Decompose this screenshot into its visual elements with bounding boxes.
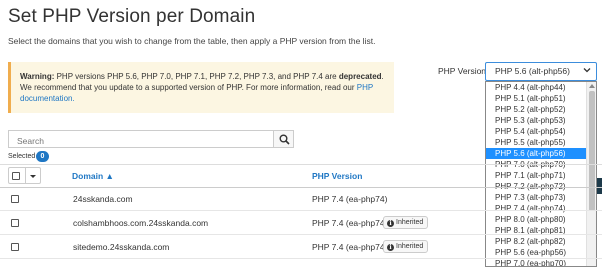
search-icon [279, 134, 290, 145]
inherited-label: Inherited [396, 219, 424, 226]
php-version-option[interactable]: PHP 5.2 (alt-php52) [486, 104, 586, 115]
domain-cell: 24sskanda.com [73, 194, 133, 204]
warning-recommendation: We recommend that you update to a suppor… [20, 83, 357, 92]
inherited-label: Inherited [396, 243, 424, 250]
warning-text: PHP versions PHP 5.6, PHP 7.0, PHP 7.1, … [54, 72, 339, 81]
domain-cell: colshambhoos.com.24sskanda.com [73, 218, 209, 228]
row-checkbox[interactable] [11, 243, 19, 251]
column-header-domain[interactable]: Domain ▲ [72, 171, 114, 181]
chevron-down-icon [583, 66, 591, 76]
php-version-option[interactable]: PHP 5.6 (alt-php56) [486, 148, 586, 159]
php-version-cell: PHP 7.4 (ea-php74) [312, 218, 388, 228]
search-input[interactable] [8, 130, 273, 148]
php-docs-link-cont[interactable]: documentation. [20, 94, 75, 103]
page-title: Set PHP Version per Domain [8, 6, 256, 27]
php-version-cell: PHP 7.4 (ea-php74) [312, 242, 388, 252]
selected-count-badge: 0 [36, 151, 49, 162]
table-header-top-border [0, 164, 602, 165]
selected-label: Selected [8, 153, 36, 160]
php-version-option[interactable]: PHP 4.4 (alt-php44) [486, 82, 586, 93]
select-all-control[interactable] [8, 167, 41, 184]
search-button[interactable] [273, 130, 294, 148]
php-version-label: PHP Version [438, 66, 487, 76]
table-row: colshambhoos.com.24sskanda.com PHP 7.4 (e… [0, 212, 602, 235]
php-version-option[interactable]: PHP 5.1 (alt-php51) [486, 93, 586, 104]
php-version-select-value: PHP 5.6 (alt-php56) [495, 66, 570, 76]
table-row: 24sskanda.com PHP 7.4 (ea-php74) [0, 188, 602, 211]
deprecation-warning: Warning: PHP versions PHP 5.6, PHP 7.0, … [8, 62, 394, 113]
domain-cell: sitedemo.24sskanda.com [73, 242, 170, 252]
select-all-checkbox[interactable] [12, 172, 20, 180]
chevron-down-icon[interactable] [30, 175, 36, 178]
php-version-cell: PHP 7.4 (ea-php74) [312, 194, 388, 204]
row-checkbox[interactable] [11, 195, 19, 203]
column-header-php-version[interactable]: PHP Version [312, 171, 362, 181]
row-checkbox[interactable] [11, 219, 19, 227]
table-row: sitedemo.24sskanda.com PHP 7.4 (ea-php74)… [0, 236, 602, 259]
php-version-option[interactable]: PHP 7.1 (alt-php71) [486, 170, 586, 181]
warning-line-1: Warning: PHP versions PHP 5.6, PHP 7.0, … [20, 71, 385, 82]
php-version-option[interactable]: PHP 7.0 (ea-php70) [486, 258, 586, 266]
php-version-option[interactable]: PHP 5.3 (alt-php53) [486, 115, 586, 126]
info-icon: i [387, 244, 394, 251]
inherited-badge: i Inherited [383, 216, 429, 229]
scroll-up-arrow-icon[interactable] [589, 84, 595, 88]
php-docs-link[interactable]: PHP [357, 83, 373, 92]
warning-end: . [381, 72, 384, 81]
info-icon: i [387, 220, 394, 227]
php-version-select[interactable]: PHP 5.6 (alt-php56) [485, 62, 597, 81]
page-description: Select the domains that you wish to chan… [8, 36, 376, 46]
inherited-badge: i Inherited [383, 240, 429, 253]
warning-label: Warning: [20, 72, 55, 81]
warning-line-2: We recommend that you update to a suppor… [20, 82, 385, 93]
warning-line-3: documentation. [20, 93, 385, 104]
select-all-divider [25, 168, 26, 183]
php-version-option[interactable]: PHP 5.4 (alt-php54) [486, 126, 586, 137]
php-version-option[interactable]: PHP 5.5 (alt-php55) [486, 137, 586, 148]
warning-emphasis: deprecated [338, 72, 382, 81]
